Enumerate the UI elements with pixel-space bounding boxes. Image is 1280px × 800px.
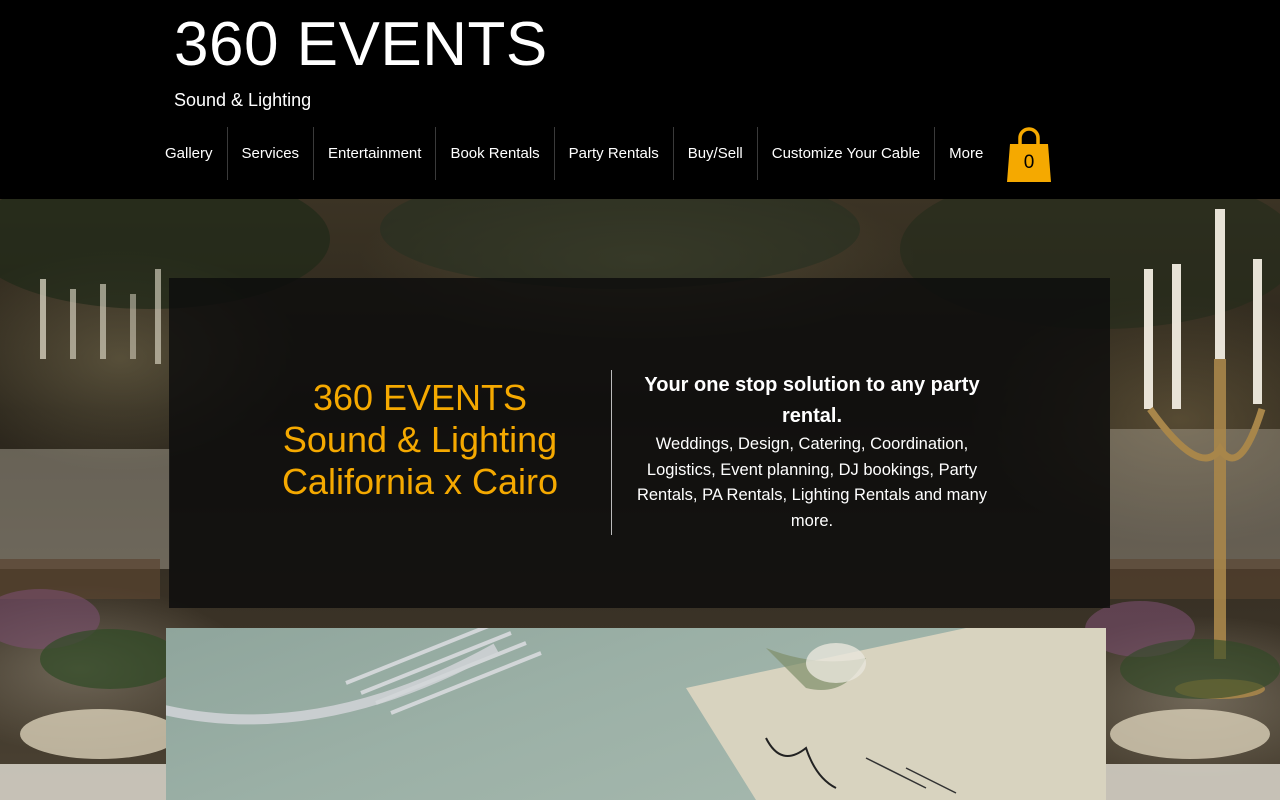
cart-count: 0 <box>1023 152 1035 173</box>
main-nav: Gallery Services Entertainment Book Rent… <box>151 127 997 180</box>
nav-item-customize-cable[interactable]: Customize Your Cable <box>758 127 936 180</box>
nav-item-gallery[interactable]: Gallery <box>151 127 228 180</box>
nav-item-services[interactable]: Services <box>228 127 315 180</box>
site-title[interactable]: 360 EVENTS <box>174 10 548 80</box>
site-subtitle: Sound & Lighting <box>174 90 312 110</box>
nav-item-party-rentals[interactable]: Party Rentals <box>555 127 674 180</box>
hero-info-panel: 360 EVENTS Sound & Lighting California x… <box>169 278 1110 608</box>
nav-item-more[interactable]: More <box>935 127 997 180</box>
hero-brand-line-3: California x Cairo <box>281 461 559 502</box>
hero-divider <box>611 370 612 535</box>
cart-button[interactable]: 0 <box>1006 126 1052 183</box>
invitation-card-image <box>166 628 1106 800</box>
hero-section: 360 EVENTS Sound & Lighting California x… <box>0 199 1280 800</box>
nav-item-buy-sell[interactable]: Buy/Sell <box>674 127 758 180</box>
site-header: 360 EVENTS Sound & Lighting Gallery Serv… <box>0 0 1280 199</box>
hero-heading: Your one stop solution to any party rent… <box>644 374 980 427</box>
nav-item-book-rentals[interactable]: Book Rentals <box>436 127 555 180</box>
hero-brand-line-1: 360 EVENTS <box>312 377 528 418</box>
invitation-photo <box>166 628 1106 800</box>
hero-description-block: Your one stop solution to any party rent… <box>627 370 997 534</box>
hero-body-text: Weddings, Design, Catering, Coordination… <box>636 435 988 530</box>
nav-item-entertainment[interactable]: Entertainment <box>314 127 437 180</box>
hero-brand-block: 360 EVENTS Sound & Lighting California x… <box>258 377 582 503</box>
hero-brand-line-2: Sound & Lighting <box>282 419 558 460</box>
